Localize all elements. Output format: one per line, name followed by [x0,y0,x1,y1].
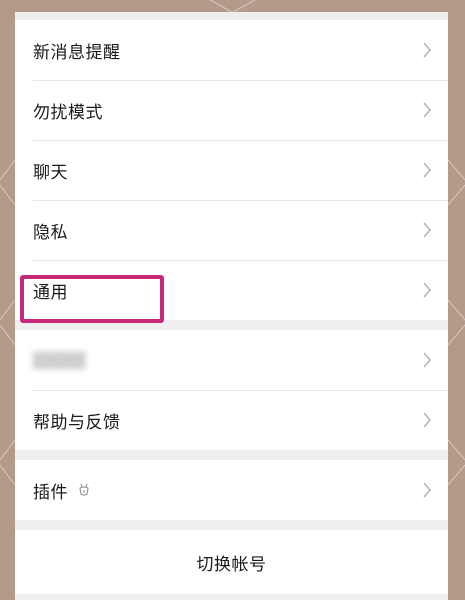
plugin-icon [79,483,89,496]
settings-item-label: 勿扰模式 [33,102,103,123]
settings-item-label: 插件 [33,482,68,503]
settings-item-label: 通用 [33,282,68,303]
settings-item-label: 聊天 [33,162,68,183]
settings-item-help-feedback[interactable]: 帮助与反馈 [15,390,448,450]
settings-item-do-not-disturb[interactable]: 勿扰模式 [15,80,448,140]
settings-item-plugins[interactable]: 插件 [15,460,448,520]
settings-item-new-message-notification[interactable]: 新消息提醒 [15,20,448,80]
chevron-right-icon [423,102,432,118]
section-gap [15,320,448,330]
top-gap [15,12,448,20]
settings-group-secondary: ▇▇▇▇ 帮助与反馈 [15,330,448,450]
settings-panel: 新消息提醒 勿扰模式 聊天 隐私 通用 ▇▇▇▇ 帮助与反馈 插件 切换帐号 [15,12,448,600]
chevron-right-icon [423,42,432,58]
settings-item-label: 新消息提醒 [33,42,121,63]
chevron-right-icon [423,412,432,428]
chevron-right-icon [423,162,432,178]
settings-item-label: 帮助与反馈 [33,412,121,433]
settings-group-main: 新消息提醒 勿扰模式 聊天 隐私 通用 [15,20,448,320]
chevron-right-icon [423,222,432,238]
blurred-label: ▇▇▇▇ [33,350,86,370]
chevron-right-icon [423,352,432,368]
chevron-right-icon [423,482,432,498]
settings-item-privacy[interactable]: 隐私 [15,200,448,260]
settings-item-general[interactable]: 通用 [15,260,448,320]
settings-item-blurred[interactable]: ▇▇▇▇ [15,330,448,390]
switch-account-button[interactable]: 切换帐号 [15,530,448,594]
chevron-right-icon [423,282,432,298]
switch-account-label: 切换帐号 [196,554,267,575]
section-gap [15,520,448,530]
settings-item-chat[interactable]: 聊天 [15,140,448,200]
section-gap [15,450,448,460]
settings-item-label: 隐私 [33,222,68,243]
settings-group-plugins: 插件 [15,460,448,520]
